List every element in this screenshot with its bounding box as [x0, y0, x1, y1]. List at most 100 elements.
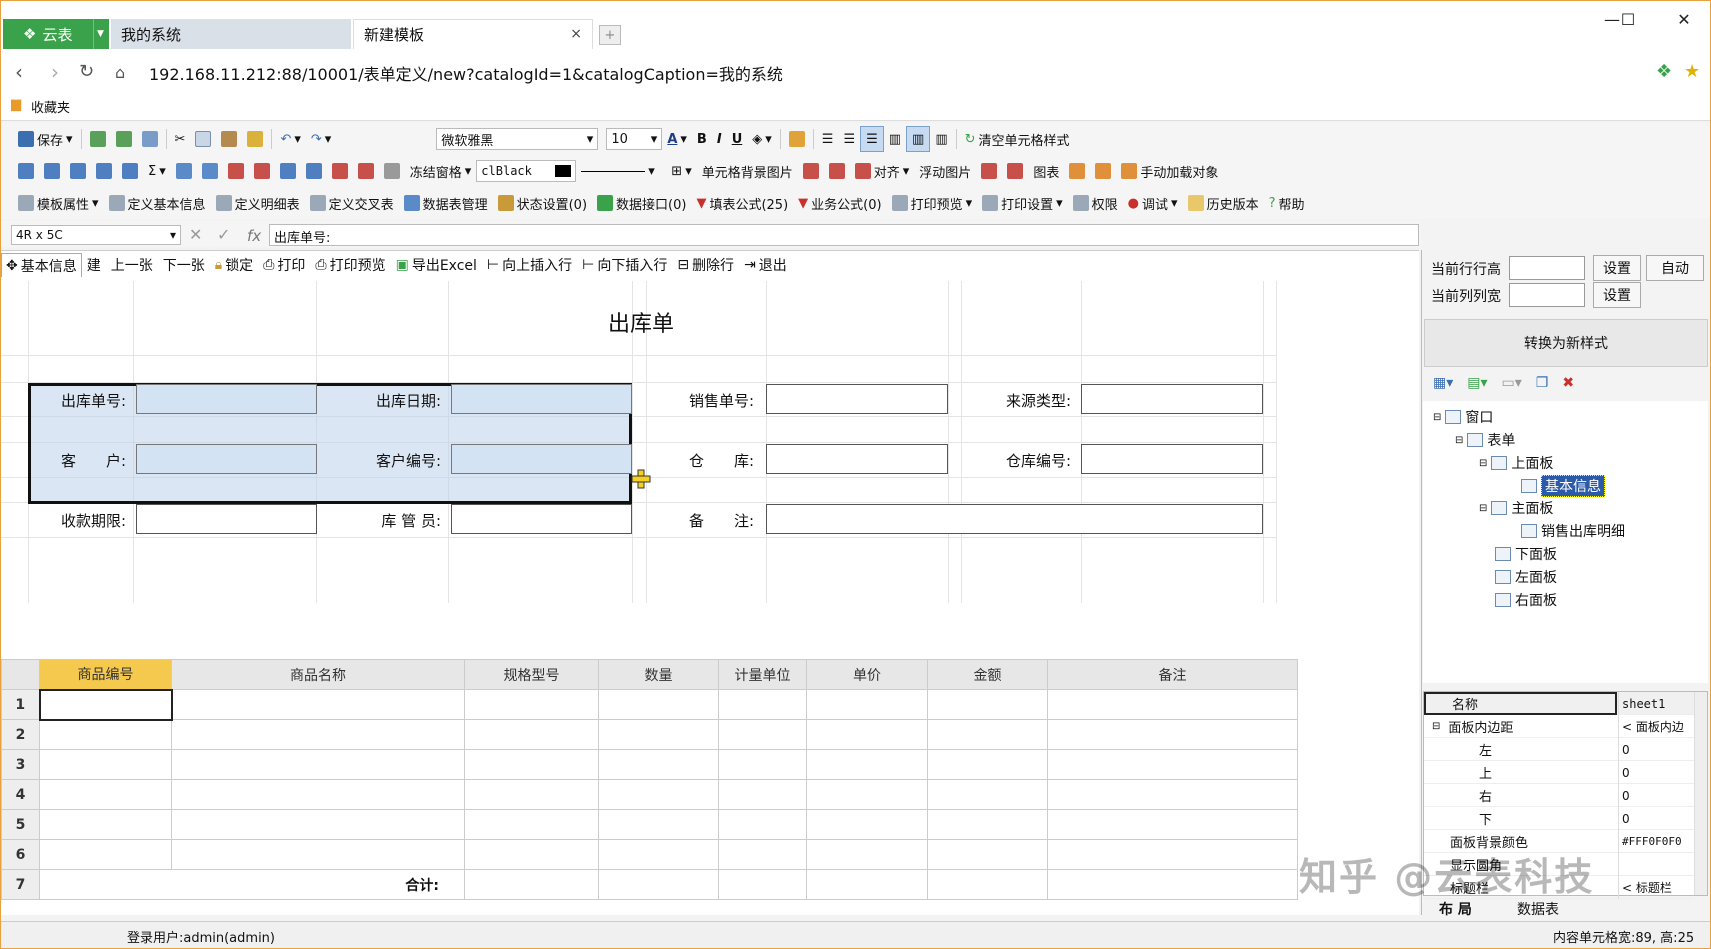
set-col-width-button[interactable]: 设置	[1593, 282, 1641, 308]
align-button[interactable]: 对齐 ▾	[850, 158, 915, 184]
table-cell[interactable]	[1047, 869, 1298, 900]
export-button[interactable]	[111, 126, 137, 152]
table-cell[interactable]	[171, 809, 465, 840]
bold-button[interactable]: B	[692, 126, 712, 152]
refresh-icon[interactable]: ↻	[79, 61, 94, 82]
table-cell[interactable]	[927, 779, 1048, 810]
extension-icon[interactable]: ❖	[1656, 61, 1672, 82]
grid-tool-1[interactable]	[13, 158, 39, 184]
collapse-icon[interactable]: ⊟	[1433, 412, 1441, 423]
table-cell[interactable]	[718, 869, 807, 900]
property-row[interactable]: 右0	[1424, 784, 1694, 807]
customer-field[interactable]	[136, 444, 317, 474]
table-cell[interactable]	[927, 749, 1048, 780]
brand-dropdown-icon[interactable]: ▼	[93, 19, 107, 49]
table-cell[interactable]	[927, 869, 1048, 900]
col-width-input[interactable]	[1509, 283, 1585, 307]
table-cell[interactable]	[598, 809, 719, 840]
table-cell[interactable]	[718, 839, 807, 870]
float-tool-2[interactable]	[1002, 158, 1028, 184]
home-icon[interactable]: ⌂	[115, 63, 125, 82]
table-cell[interactable]	[806, 779, 928, 810]
property-value[interactable]: < 面板内边	[1618, 715, 1694, 738]
undo-button[interactable]: ↶ ▾	[275, 126, 305, 152]
italic-button[interactable]: I	[712, 126, 727, 152]
import-button[interactable]	[85, 126, 111, 152]
table-cell[interactable]	[464, 779, 599, 810]
column-header[interactable]: 金额	[927, 659, 1048, 690]
payment-term-field[interactable]	[136, 504, 317, 534]
debug-button[interactable]: ● 调试 ▾	[1123, 190, 1183, 216]
add-panel-icon[interactable]: ▦▾	[1433, 375, 1453, 391]
cancel-icon[interactable]: ✕	[189, 225, 202, 244]
table-cell[interactable]	[39, 719, 172, 750]
close-icon[interactable]: ×	[570, 26, 582, 42]
property-value[interactable]: #FFF0F0F0	[1618, 830, 1694, 853]
help-button[interactable]: ? 帮助	[1264, 190, 1310, 216]
merge-tool-4[interactable]	[353, 158, 379, 184]
page-icon[interactable]: ▭▾	[1502, 375, 1522, 391]
move-button[interactable]	[137, 126, 163, 152]
property-value[interactable]: 0	[1618, 807, 1694, 830]
out-date-field[interactable]	[451, 384, 632, 414]
warehouse-no-field[interactable]	[1081, 444, 1263, 474]
save-button[interactable]: 保存 ▾	[13, 126, 78, 152]
row-number[interactable]: 2	[1, 719, 40, 750]
tab-basic-info[interactable]: ✥ 基本信息	[1, 253, 82, 277]
print-settings-button[interactable]: 打印设置 ▾	[977, 190, 1068, 216]
table-cell[interactable]	[598, 689, 719, 720]
lock-button[interactable]	[784, 126, 810, 152]
tree-node-left-panel[interactable]: 左面板	[1495, 567, 1557, 587]
property-row[interactable]: ⊟ 面板内边距 < 面板内边	[1424, 715, 1694, 738]
valign-bottom-button[interactable]: ▥	[930, 126, 952, 152]
table-cell[interactable]	[464, 749, 599, 780]
table-cell[interactable]	[39, 839, 172, 870]
state-settings-button[interactable]: 状态设置(0)	[493, 190, 592, 216]
prev-button[interactable]: 上一张	[106, 253, 158, 277]
merge-tool-1[interactable]	[275, 158, 301, 184]
table-cell[interactable]	[806, 689, 928, 720]
sales-no-field[interactable]	[766, 384, 948, 414]
tree-node-form[interactable]: ⊟ 表单	[1455, 430, 1515, 450]
auto-row-height-button[interactable]: 自动	[1646, 255, 1704, 281]
bookmarks-label[interactable]: 收藏夹	[31, 97, 70, 116]
insert-row-up-button[interactable]: ⊢ 向上插入行	[482, 253, 577, 277]
table-cell[interactable]	[38, 688, 173, 721]
float-tool-1[interactable]	[976, 158, 1002, 184]
copy-icon[interactable]: ❐	[1536, 375, 1549, 391]
chart-tool-2[interactable]	[1090, 158, 1116, 184]
table-cell[interactable]	[598, 719, 719, 750]
table-cell[interactable]	[171, 779, 465, 810]
convert-style-button[interactable]: 转换为新样式	[1424, 319, 1708, 367]
copy-button[interactable]	[190, 126, 216, 152]
align-center-button[interactable]: ☰	[838, 126, 860, 152]
insert-row-down-button[interactable]: ⊢ 向下插入行	[577, 253, 672, 277]
table-cell[interactable]	[1047, 779, 1298, 810]
tree-node-main-panel[interactable]: ⊟ 主面板	[1479, 498, 1553, 518]
tree-node-sales-detail[interactable]: 销售出库明细	[1521, 521, 1625, 541]
split-panel-icon[interactable]: ▤▾	[1467, 375, 1487, 391]
table-cell[interactable]	[927, 839, 1048, 870]
row-number[interactable]: 3	[1, 749, 40, 780]
next-button[interactable]: 下一张	[158, 253, 210, 277]
column-header[interactable]: 数量	[598, 659, 719, 690]
property-value[interactable]: 0	[1618, 784, 1694, 807]
table-cell[interactable]	[171, 839, 465, 870]
customer-no-field[interactable]	[451, 444, 632, 474]
brand-button[interactable]: ❖ 云表 ▼	[3, 19, 109, 49]
row-number[interactable]: 4	[1, 779, 40, 810]
star-icon[interactable]: ★	[1684, 61, 1700, 82]
column-header[interactable]: 单价	[806, 659, 928, 690]
table-cell[interactable]	[806, 749, 928, 780]
float-image-button[interactable]: 浮动图片	[914, 158, 976, 184]
cell-bg-image-button[interactable]: 单元格背景图片	[697, 158, 798, 184]
export-excel-button[interactable]: ▣ 导出Excel	[391, 253, 482, 277]
table-cell[interactable]	[718, 749, 807, 780]
row-tool-1[interactable]	[171, 158, 197, 184]
table-cell[interactable]	[718, 719, 807, 750]
set-row-height-button[interactable]: 设置	[1593, 255, 1641, 281]
new-tab-button[interactable]: +	[599, 25, 621, 45]
freeze-button[interactable]: 冻结窗格 ▾	[405, 158, 477, 184]
tab-new-template[interactable]: 新建模板 ×	[353, 19, 593, 49]
chart-tool-1[interactable]	[1064, 158, 1090, 184]
